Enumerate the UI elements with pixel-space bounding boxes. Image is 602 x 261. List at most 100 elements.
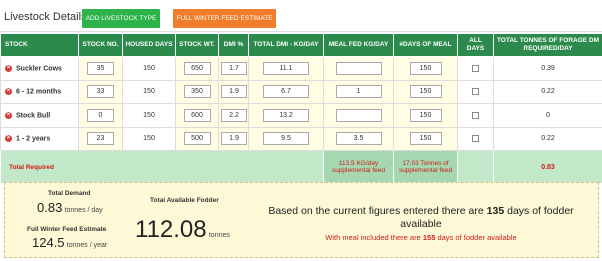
stock-no-input[interactable]: 0 xyxy=(87,108,114,122)
housed-days-cell: 150 xyxy=(122,126,176,151)
total-dmi-cell: 6.7 xyxy=(248,79,324,104)
meal-fed-input[interactable]: 1 xyxy=(335,85,382,99)
total-dmi-input[interactable]: 6.7 xyxy=(263,85,309,99)
winter-feed-estimate-label: Full Winter Feed Estimate xyxy=(27,226,107,233)
total-dmi-cell: 9.5 xyxy=(248,126,324,151)
stock-no-input[interactable]: 23 xyxy=(87,132,114,146)
stock-no-cell: 35 xyxy=(78,56,123,81)
table-row: × Suckler Cows 35 150 650 1.7 11.1 150 0.… xyxy=(0,56,602,81)
days-of-meal-input[interactable]: 150 xyxy=(409,108,442,122)
table-row: × 1 - 2 years 23 150 500 1.9 9.5 3.5 150 … xyxy=(0,126,602,151)
stock-wt-cell: 350 xyxy=(175,79,219,104)
stock-no-input[interactable]: 33 xyxy=(87,85,114,99)
meal-fed-input[interactable] xyxy=(335,108,382,122)
column-header-dmi: DMI % xyxy=(218,33,249,57)
stock-wt-input[interactable]: 650 xyxy=(183,61,211,75)
total-tonnes-cell: 0 xyxy=(493,103,602,128)
stock-wt-cell: 650 xyxy=(175,56,219,81)
dmi-input[interactable]: 2.2 xyxy=(221,108,247,122)
total-demand-unit: tonnes / day xyxy=(64,207,103,214)
meal-fed-cell: 1 xyxy=(323,79,394,104)
days-of-meal-cell: 150 xyxy=(393,126,458,151)
meal-fed-input[interactable]: 3.5 xyxy=(335,132,382,146)
all-days-cell xyxy=(457,126,494,151)
days-of-meal-input[interactable]: 150 xyxy=(409,85,442,99)
dmi-cell: 1.7 xyxy=(218,56,249,81)
fodder-days-count: 135 xyxy=(486,205,505,217)
total-dmi-input[interactable]: 11.1 xyxy=(263,61,309,75)
header-bar: Livestock Details ADD LIVESTOCK TYPE FUL… xyxy=(0,0,602,32)
days-of-meal-cell: 150 xyxy=(393,103,458,128)
all-days-cell xyxy=(457,56,494,81)
housed-days-cell: 150 xyxy=(122,79,176,104)
stock-cell: × Stock Bull xyxy=(0,103,79,128)
meal-fed-cell: 3.5 xyxy=(323,126,394,151)
available-fodder-value: 112.08 xyxy=(135,216,207,243)
winter-feed-estimate-unit: tonnes / year xyxy=(66,242,108,249)
meal-days-prefix: With meal included there are xyxy=(325,233,421,242)
table-row: × 6 - 12 months 33 150 350 1.9 6.7 1 150 … xyxy=(0,79,602,104)
available-fodder: 112.08 tonnes xyxy=(135,216,230,244)
all-days-checkbox[interactable] xyxy=(472,88,479,96)
total-demand-value: 0.83 xyxy=(37,200,63,215)
dmi-input[interactable]: 1.7 xyxy=(221,61,247,75)
all-days-checkbox[interactable] xyxy=(472,135,479,143)
stock-wt-cell: 500 xyxy=(175,126,219,151)
meal-days-suffix: days of fodder available xyxy=(437,233,517,242)
column-header-stock-no: STOCK NO. xyxy=(78,33,123,57)
summary-panel: Total Demand 0.83 tonnes / day Full Wint… xyxy=(4,182,599,258)
dmi-input[interactable]: 1.9 xyxy=(221,132,247,146)
dmi-cell: 2.2 xyxy=(218,103,249,128)
total-tonnes-cell: 0.39 xyxy=(493,56,602,81)
stock-no-cell: 0 xyxy=(78,103,123,128)
total-tonnes-total: 0.83 xyxy=(493,150,602,184)
stock-wt-input[interactable]: 600 xyxy=(183,108,211,122)
total-required-label: Total Required xyxy=(0,150,324,184)
housed-days-cell: 150 xyxy=(122,56,176,81)
all-days-cell xyxy=(457,103,494,128)
days-of-meal-input[interactable]: 150 xyxy=(409,61,442,75)
total-dmi-input[interactable]: 13.2 xyxy=(263,108,309,122)
all-days-total-cell xyxy=(457,150,494,184)
meal-fed-cell xyxy=(323,56,394,81)
winter-feed-estimate: 124.5 tonnes / year xyxy=(32,235,107,250)
meal-supplement-total: 113.5 KG/day supplemental feed xyxy=(323,150,394,184)
table-header-row: STOCK STOCK NO. HOUSED DAYS STOCK WT. DM… xyxy=(0,33,602,57)
column-header-stock: STOCK xyxy=(0,33,79,57)
stock-name: 1 - 2 years xyxy=(16,135,51,143)
stock-wt-input[interactable]: 350 xyxy=(183,85,211,99)
days-of-meal-input[interactable]: 150 xyxy=(409,132,442,146)
days-of-meal-cell: 150 xyxy=(393,79,458,104)
stock-name: 6 - 12 months xyxy=(16,88,62,96)
stock-no-input[interactable]: 35 xyxy=(87,61,114,75)
dmi-input[interactable]: 1.9 xyxy=(221,85,247,99)
meal-fed-cell xyxy=(323,103,394,128)
meal-days-count: 155 xyxy=(422,233,436,242)
available-fodder-label: Total Available Fodder xyxy=(150,197,219,204)
total-demand: 0.83 tonnes / day xyxy=(37,200,103,215)
remove-circle-icon[interactable]: × xyxy=(5,111,12,119)
all-days-checkbox[interactable] xyxy=(472,111,479,119)
total-dmi-cell: 13.2 xyxy=(248,103,324,128)
stock-cell: × Suckler Cows xyxy=(0,56,79,81)
all-days-cell xyxy=(457,79,494,104)
dmi-cell: 1.9 xyxy=(218,126,249,151)
add-livestock-button[interactable]: ADD LIVESTOCK TYPE xyxy=(82,9,160,28)
stock-wt-input[interactable]: 500 xyxy=(183,132,211,146)
remove-circle-icon[interactable]: × xyxy=(5,88,12,96)
full-winter-feed-estimate-button[interactable]: FULL WINTER FEED ESTIMATE xyxy=(173,9,276,28)
total-dmi-input[interactable]: 9.5 xyxy=(263,132,309,146)
total-tonnes-cell: 0.22 xyxy=(493,126,602,151)
meal-days-message: With meal included there are 155 days of… xyxy=(251,233,591,242)
column-header-total-tonnes: TOTAL TONNES OF FORAGE DM REQUIRED/DAY xyxy=(493,33,602,57)
remove-circle-icon[interactable]: × xyxy=(5,135,12,143)
days-supplement-total: 17.03 Tonnes of supplemental feed xyxy=(393,150,458,184)
all-days-checkbox[interactable] xyxy=(472,64,479,72)
winter-feed-estimate-value: 124.5 xyxy=(32,235,65,250)
remove-circle-icon[interactable]: × xyxy=(5,64,12,72)
meal-fed-input[interactable] xyxy=(335,61,382,75)
page-title: Livestock Details xyxy=(4,11,87,23)
total-demand-label: Total Demand xyxy=(48,190,91,197)
stock-no-cell: 33 xyxy=(78,79,123,104)
stock-wt-cell: 600 xyxy=(175,103,219,128)
